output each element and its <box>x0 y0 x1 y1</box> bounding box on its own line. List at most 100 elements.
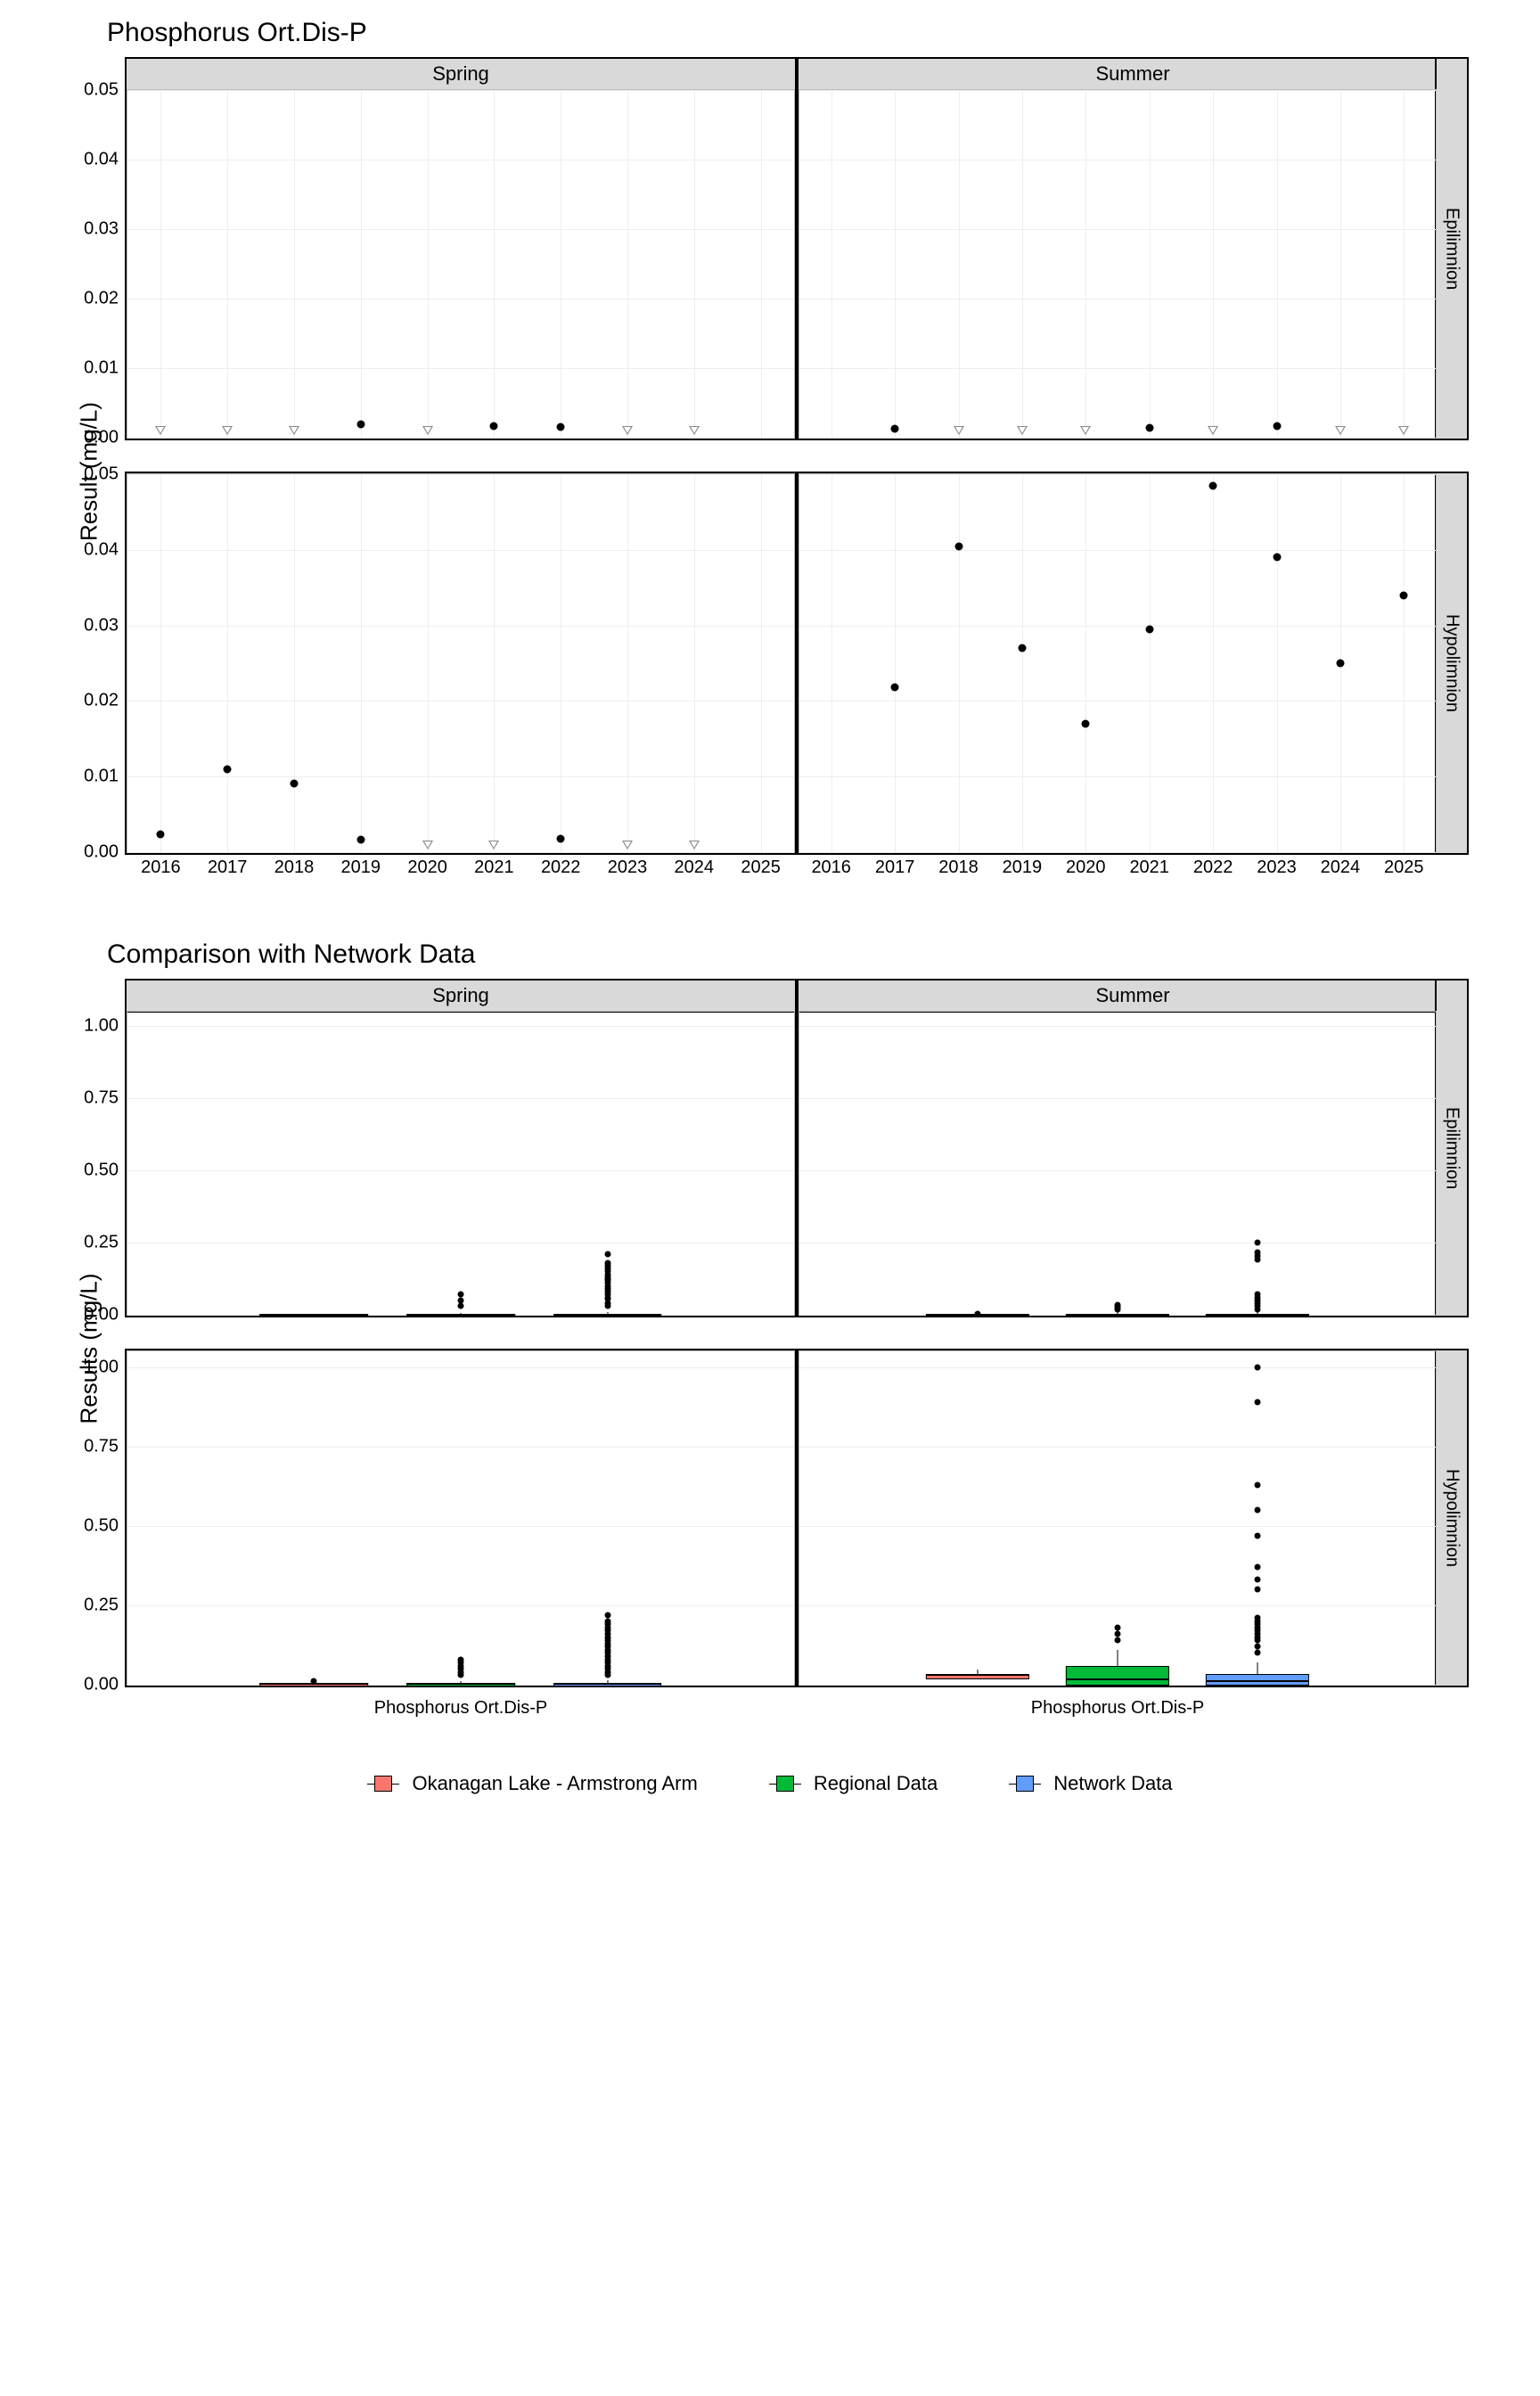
legend-item-regional: Regional Data <box>769 1772 938 1795</box>
outlier-point <box>458 1292 464 1298</box>
outlier-point <box>1255 1481 1261 1488</box>
boxplot-chart: Comparison with Network Data Results (mg… <box>36 940 1504 1719</box>
data-point <box>1400 591 1408 599</box>
outlier-point <box>604 1612 610 1618</box>
chart1-title: Phosphorus Ort.Dis-P <box>107 18 1504 48</box>
x-category-label: Phosphorus Ort.Dis-P <box>374 1698 548 1719</box>
plot-area <box>799 1011 1437 1316</box>
nondetect-marker <box>422 841 433 849</box>
data-point <box>891 684 899 692</box>
data-point <box>356 836 365 844</box>
plot-area: 0.000.010.020.030.040.052016201720182019… <box>127 473 795 853</box>
nondetect-marker <box>1080 426 1091 435</box>
nondetect-marker <box>155 426 166 435</box>
outlier-point <box>458 1303 464 1309</box>
outlier-point <box>604 1618 610 1624</box>
outlier-point <box>311 1678 317 1684</box>
outlier-point <box>974 1311 980 1317</box>
outlier-point <box>1115 1624 1121 1630</box>
nondetect-marker <box>622 841 633 849</box>
nondetect-marker <box>1335 426 1346 435</box>
facet-panel: 0.000.250.500.751.00Phosphorus Ort.Dis-P <box>125 1349 797 1687</box>
data-point <box>557 834 565 842</box>
outlier-point <box>1255 1250 1261 1256</box>
chart2-title: Comparison with Network Data <box>107 940 1504 970</box>
plot-area: 0.000.250.500.751.00 <box>127 1011 795 1316</box>
plot-area <box>799 89 1437 439</box>
outlier-point <box>1255 1644 1261 1650</box>
box <box>1066 1666 1169 1686</box>
data-point <box>1273 554 1281 562</box>
data-point <box>1336 660 1344 668</box>
legend-label: Okanagan Lake - Armstrong Arm <box>412 1772 697 1795</box>
row-facet-strip: Epilimnion <box>1435 59 1467 439</box>
legend-label: Regional Data <box>814 1772 938 1795</box>
plot-area: 0.000.250.500.751.00Phosphorus Ort.Dis-P <box>127 1350 795 1686</box>
nondetect-marker <box>689 841 700 849</box>
data-point <box>157 831 165 839</box>
outlier-point <box>1255 1364 1261 1370</box>
legend-item-okanagan: Okanagan Lake - Armstrong Arm <box>367 1772 697 1795</box>
outlier-point <box>1255 1587 1261 1593</box>
data-point <box>1145 625 1153 633</box>
nondetect-marker <box>1208 426 1218 435</box>
outlier-point <box>604 1251 610 1258</box>
outlier-point <box>604 1260 610 1266</box>
row-facet-strip: Hypolimnion <box>1435 1350 1467 1686</box>
data-point <box>291 779 299 787</box>
data-point <box>954 542 962 550</box>
nondetect-marker <box>488 841 499 849</box>
nondetect-marker <box>289 426 299 435</box>
data-point <box>557 423 565 431</box>
scatter-chart: Phosphorus Ort.Dis-P Result (mg/L) Sprin… <box>36 18 1504 886</box>
facet-panel: Spring0.000.250.500.751.00 <box>125 979 797 1317</box>
nondetect-marker <box>954 426 964 435</box>
data-point <box>891 424 899 432</box>
outlier-point <box>1255 1577 1261 1583</box>
nondetect-marker <box>1398 426 1409 435</box>
data-point <box>1145 424 1153 432</box>
row-facet-strip: Hypolimnion <box>1435 473 1467 853</box>
facet-panel: SummerEpilimnion <box>797 57 1469 440</box>
outlier-point <box>458 1656 464 1662</box>
facet-panel: Spring0.000.010.020.030.040.05 <box>125 57 797 440</box>
data-point <box>1018 644 1026 652</box>
nondetect-marker <box>622 426 633 435</box>
data-point <box>1082 719 1090 727</box>
outlier-point <box>1115 1631 1121 1637</box>
outlier-point <box>458 1297 464 1303</box>
nondetect-marker <box>689 426 700 435</box>
outlier-point <box>1255 1650 1261 1656</box>
legend: Okanagan Lake - Armstrong Arm Regional D… <box>36 1772 1504 1795</box>
plot-area: 0.000.010.020.030.040.05 <box>127 89 795 439</box>
data-point <box>490 422 498 430</box>
col-facet-strip: Spring <box>127 59 795 91</box>
nondetect-marker <box>1017 426 1028 435</box>
legend-label: Network Data <box>1053 1772 1172 1795</box>
outlier-point <box>1115 1637 1121 1644</box>
data-point <box>1209 481 1217 489</box>
row-facet-strip: Epilimnion <box>1435 981 1467 1316</box>
outlier-point <box>1255 1532 1261 1539</box>
facet-panel: HypolimnionPhosphorus Ort.Dis-P <box>797 1349 1469 1687</box>
outlier-point <box>1255 1507 1261 1514</box>
col-facet-strip: Spring <box>127 981 795 1013</box>
data-point <box>224 765 232 773</box>
x-category-label: Phosphorus Ort.Dis-P <box>1031 1698 1205 1719</box>
col-facet-strip: Summer <box>799 59 1467 91</box>
facet-panel: Hypolimnion20162017201820192020202120222… <box>797 472 1469 855</box>
outlier-point <box>1255 1240 1261 1246</box>
col-facet-strip: Summer <box>799 981 1467 1013</box>
nondetect-marker <box>222 426 233 435</box>
nondetect-marker <box>422 426 433 435</box>
plot-area: 2016201720182019202020212022202320242025 <box>799 473 1437 853</box>
outlier-point <box>1255 1564 1261 1571</box>
data-point <box>1273 422 1281 430</box>
plot-area: Phosphorus Ort.Dis-P <box>799 1350 1437 1686</box>
facet-panel: 0.000.010.020.030.040.052016201720182019… <box>125 472 797 855</box>
legend-item-network: Network Data <box>1009 1772 1172 1795</box>
outlier-point <box>1115 1301 1121 1308</box>
outlier-point <box>1255 1615 1261 1621</box>
data-point <box>356 421 365 429</box>
outlier-point <box>1255 1399 1261 1405</box>
